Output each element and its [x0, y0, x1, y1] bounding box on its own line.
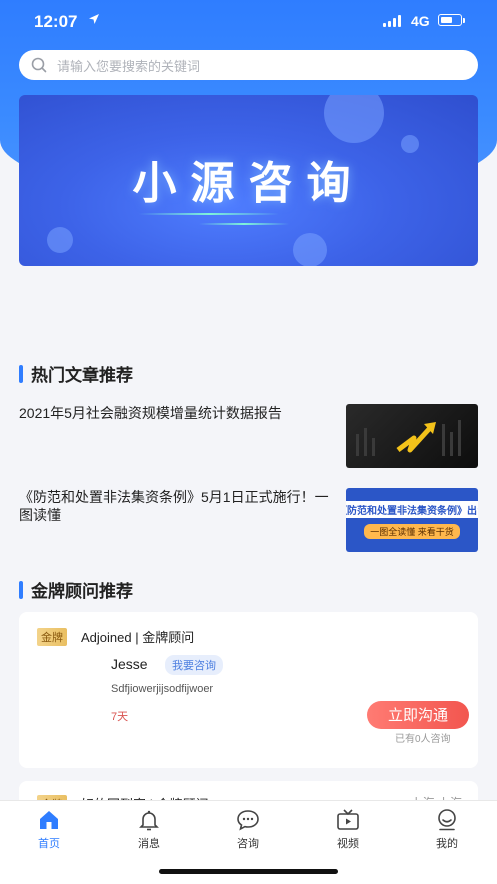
tab-label: 视频 [337, 838, 359, 850]
location-arrow-icon [89, 14, 99, 24]
advisor-card[interactable]: 金牌 Adjoined | 金牌顾问 Jesse 我要咨询 Sdfjiowerj… [19, 612, 478, 768]
tab-label: 首页 [38, 838, 60, 850]
chat-icon [237, 810, 259, 831]
banner-bubble [47, 227, 73, 253]
tab-consult[interactable]: 咨询 [218, 809, 278, 851]
banner-sparkle [139, 213, 279, 215]
search-icon [31, 57, 47, 73]
tab-messages[interactable]: 消息 [119, 809, 179, 851]
thumbnail-caption: 《防范和处置非法集资条例》出台 [346, 501, 478, 518]
gold-badge: 金牌 [37, 628, 67, 646]
battery-cap [463, 18, 465, 23]
consult-tag[interactable]: 我要咨询 [165, 655, 223, 675]
section-title: 金牌顾问推荐 [31, 582, 133, 601]
advisors-header: 金牌顾问推荐 [19, 577, 133, 602]
battery-icon [438, 14, 462, 26]
tab-profile[interactable]: 我的 [417, 809, 477, 851]
advisor-description: Sdfjiowerjijsodfijwoer [111, 683, 214, 695]
banner-bubble [293, 233, 327, 266]
banner-sparkle [199, 223, 289, 225]
article-title: 2021年5月社会融资规模增量统计数据报告 [19, 405, 282, 421]
tab-label: 咨询 [237, 838, 259, 850]
banner[interactable]: 小源咨询 [19, 95, 478, 266]
status-time: 12:07 [34, 12, 78, 31]
banner-bubble [324, 95, 384, 143]
advisor-header: Adjoined | 金牌顾问 [81, 630, 195, 645]
section-accent-bar [19, 364, 23, 383]
article-item[interactable]: 《防范和处置非法集资条例》5月1日正式施行！一图读懂 《防范和处置非法集资条例》… [19, 488, 478, 552]
growth-chart-image-icon [356, 420, 461, 456]
bell-icon [139, 810, 159, 831]
home-icon [40, 811, 58, 829]
advisor-name: Jesse [111, 656, 148, 672]
thumbnail-subcaption: 一图全读懂 来看干货 [364, 524, 460, 539]
search-bar[interactable]: 请输入您要搜索的关键词 [19, 50, 478, 80]
article-thumbnail: 《防范和处置非法集资条例》出台 一图全读懂 来看干货 [346, 488, 478, 552]
article-title: 《防范和处置非法集资条例》5月1日正式施行！一图读懂 [19, 489, 329, 523]
section-accent-bar [19, 580, 23, 599]
banner-title: 小源咨询 [132, 159, 365, 208]
tab-home[interactable]: 首页 [19, 809, 79, 851]
article-thumbnail [346, 404, 478, 468]
section-title: 热门文章推荐 [31, 366, 133, 385]
search-placeholder: 请输入您要搜索的关键词 [57, 58, 201, 74]
tab-label: 我的 [436, 838, 458, 850]
status-bar: 12:07 4G [0, 0, 497, 44]
cellular-signal-icon [383, 15, 401, 27]
network-type: 4G [411, 13, 430, 29]
tab-video[interactable]: 视频 [318, 809, 378, 851]
home-indicator [159, 869, 338, 874]
advisor-days: 7天 [111, 711, 129, 723]
tab-label: 消息 [138, 838, 160, 850]
tv-icon [337, 809, 359, 830]
profile-icon [438, 809, 456, 831]
article-item[interactable]: 2021年5月社会融资规模增量统计数据报告 [19, 404, 478, 468]
consult-count: 已有0人咨询 [395, 734, 451, 745]
hot-articles-header: 热门文章推荐 [19, 361, 133, 386]
chat-now-button[interactable]: 立即沟通 [367, 701, 469, 729]
